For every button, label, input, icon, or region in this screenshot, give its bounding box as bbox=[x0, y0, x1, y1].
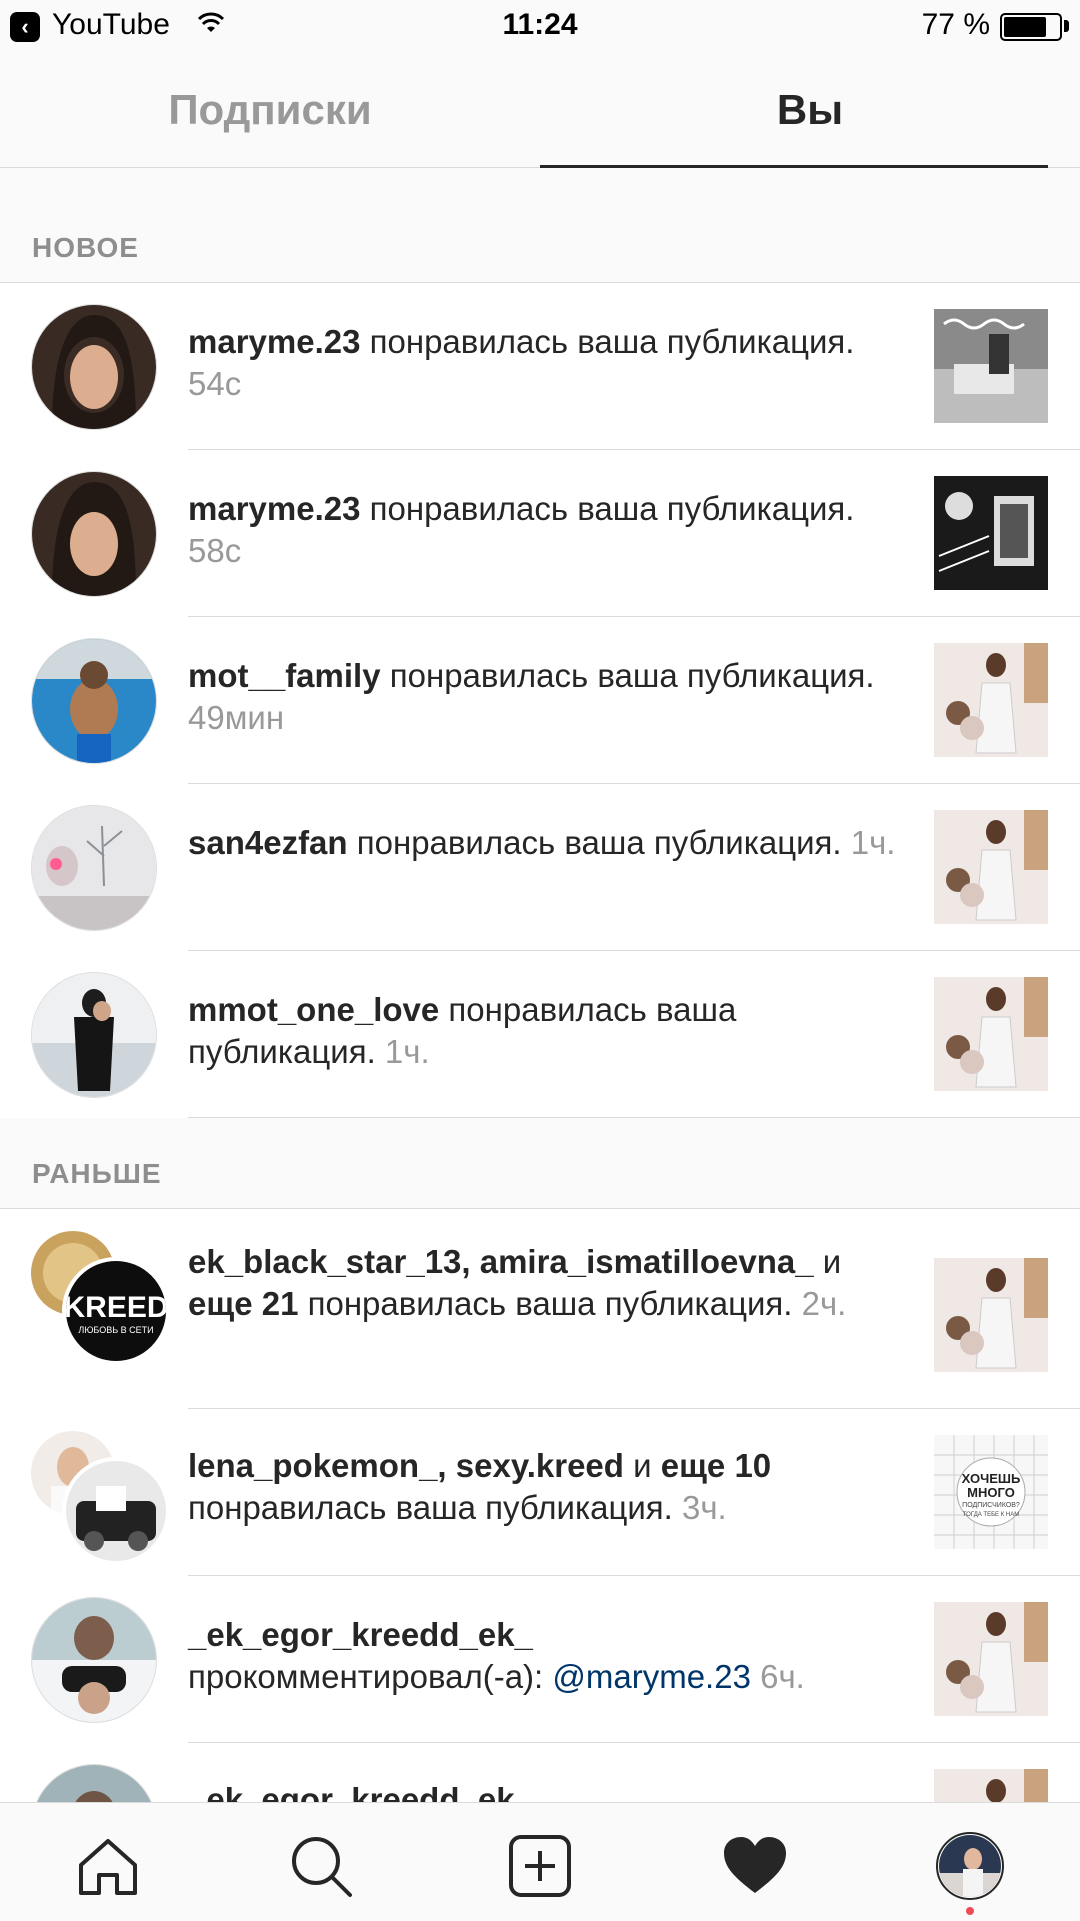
activity-text: _ek_egor_kreedd_ek_ прокомментировал(-а):… bbox=[188, 1616, 805, 1695]
username[interactable]: maryme.23 bbox=[188, 323, 360, 360]
avatar[interactable] bbox=[62, 1457, 170, 1565]
profile-avatar[interactable] bbox=[935, 1831, 1005, 1901]
post-thumbnail[interactable] bbox=[934, 476, 1048, 590]
active-tab-indicator bbox=[540, 165, 1048, 168]
clock: 11:24 bbox=[502, 8, 578, 41]
avatar[interactable] bbox=[31, 471, 157, 597]
activity-row[interactable]: mmot_one_love понравилась ваша публикаци… bbox=[0, 951, 1080, 1118]
username[interactable]: mmot_one_love bbox=[188, 991, 439, 1028]
avatar[interactable] bbox=[31, 805, 157, 931]
activity-heart-icon[interactable] bbox=[720, 1831, 790, 1901]
activity-tabs: Подписки Вы bbox=[0, 52, 1080, 168]
activity-text: maryme.23 понравилась ваша публикация. 5… bbox=[188, 323, 855, 402]
mention-link[interactable]: @maryme.23 bbox=[552, 1658, 751, 1695]
avatar[interactable] bbox=[31, 1597, 157, 1723]
timestamp: 49мин bbox=[188, 699, 285, 736]
promo-line-2: МНОГО bbox=[967, 1485, 1015, 1500]
home-icon[interactable] bbox=[73, 1831, 143, 1901]
battery-tip bbox=[1064, 20, 1069, 32]
promo-line-4: ТОГДА ТЕБЕ К НАМ bbox=[963, 1512, 1019, 1518]
usernames[interactable]: lena_pokemon_, sexy.kreed bbox=[188, 1447, 624, 1484]
kreed-logo: KREED bbox=[66, 1291, 166, 1324]
notification-dot bbox=[966, 1907, 974, 1915]
post-thumbnail[interactable] bbox=[934, 810, 1048, 924]
timestamp: 54с bbox=[188, 365, 242, 402]
post-thumbnail[interactable] bbox=[934, 1602, 1048, 1716]
usernames[interactable]: ek_black_star_13, amira_ismatilloevna_ bbox=[188, 1243, 814, 1280]
username[interactable]: _ek_egor_kreedd_ek_ bbox=[188, 1616, 533, 1653]
activity-text: san4ezfan понравилась ваша публикация. 1… bbox=[188, 824, 896, 861]
username[interactable]: maryme.23 bbox=[188, 490, 360, 527]
activity-text: lena_pokemon_, sexy.kreed и еще 10 понра… bbox=[188, 1447, 772, 1526]
promo-line-3: ПОДПИСЧИКОВ? bbox=[962, 1502, 1020, 1509]
activity-row[interactable]: maryme.23 понравилась ваша публикация. 5… bbox=[0, 283, 1080, 450]
timestamp: 58с bbox=[188, 532, 242, 569]
username[interactable]: san4ezfan bbox=[188, 824, 348, 861]
timestamp: 1ч. bbox=[384, 1033, 430, 1070]
post-thumbnail[interactable] bbox=[934, 1258, 1048, 1372]
post-thumbnail[interactable]: ХОЧЕШЬ МНОГО ПОДПИСЧИКОВ? ТОГДА ТЕБЕ К Н… bbox=[934, 1435, 1048, 1549]
activity-row[interactable]: _ek_egor_kreedd_ek_ прокомментировал(-а):… bbox=[0, 1576, 1080, 1743]
add-post-icon[interactable] bbox=[505, 1831, 575, 1901]
activity-text: maryme.23 понравилась ваша публикация. 5… bbox=[188, 490, 855, 569]
search-icon[interactable] bbox=[286, 1831, 356, 1901]
activity-row[interactable]: mot__family понравилась ваша публикация.… bbox=[0, 617, 1080, 784]
tab-you[interactable]: Вы bbox=[540, 52, 1080, 167]
section-header-new: НОВОЕ bbox=[0, 192, 1080, 283]
activity-text: mot__family понравилась ваша публикация.… bbox=[188, 657, 875, 736]
post-thumbnail[interactable] bbox=[934, 309, 1048, 423]
status-bar: ‹ YouTube 11:24 77 % bbox=[0, 0, 1080, 52]
section-title-earlier: РАНЬШЕ bbox=[32, 1158, 162, 1189]
section-header-earlier: РАНЬШЕ bbox=[0, 1118, 1080, 1209]
activity-text: mmot_one_love понравилась ваша публикаци… bbox=[188, 991, 737, 1070]
tab-following[interactable]: Подписки bbox=[0, 52, 540, 167]
activity-row[interactable]: san4ezfan понравилась ваша публикация. 1… bbox=[0, 784, 1080, 951]
avatar[interactable] bbox=[31, 638, 157, 764]
bottom-navigation bbox=[0, 1802, 1080, 1921]
activity-row[interactable]: KREED ЛЮБОВЬ В СЕТИ ek_black_star_13, am… bbox=[0, 1209, 1080, 1409]
timestamp: 1ч. bbox=[850, 824, 896, 861]
activity-text: ek_black_star_13, amira_ismatilloevna_ и… bbox=[188, 1243, 847, 1322]
battery-percent: 77 % bbox=[921, 8, 990, 41]
kreed-subtitle: ЛЮБОВЬ В СЕТИ bbox=[78, 1325, 153, 1335]
promo-line-1: ХОЧЕШЬ bbox=[962, 1471, 1021, 1486]
activity-row[interactable]: lena_pokemon_, sexy.kreed и еще 10 понра… bbox=[0, 1409, 1080, 1576]
others-count[interactable]: еще 21 bbox=[188, 1285, 298, 1322]
battery-icon bbox=[1000, 13, 1062, 41]
timestamp: 3ч. bbox=[682, 1489, 727, 1526]
post-thumbnail[interactable] bbox=[934, 643, 1048, 757]
timestamp: 2ч. bbox=[801, 1285, 847, 1322]
others-count[interactable]: еще 10 bbox=[661, 1447, 771, 1484]
post-thumbnail[interactable] bbox=[934, 977, 1048, 1091]
avatar[interactable] bbox=[31, 972, 157, 1098]
username[interactable]: mot__family bbox=[188, 657, 381, 694]
activity-row[interactable]: maryme.23 понравилась ваша публикация. 5… bbox=[0, 450, 1080, 617]
avatar[interactable] bbox=[31, 304, 157, 430]
timestamp: 6ч. bbox=[760, 1658, 805, 1695]
avatar[interactable]: KREED ЛЮБОВЬ В СЕТИ bbox=[62, 1257, 170, 1365]
section-title-new: НОВОЕ bbox=[32, 232, 139, 263]
